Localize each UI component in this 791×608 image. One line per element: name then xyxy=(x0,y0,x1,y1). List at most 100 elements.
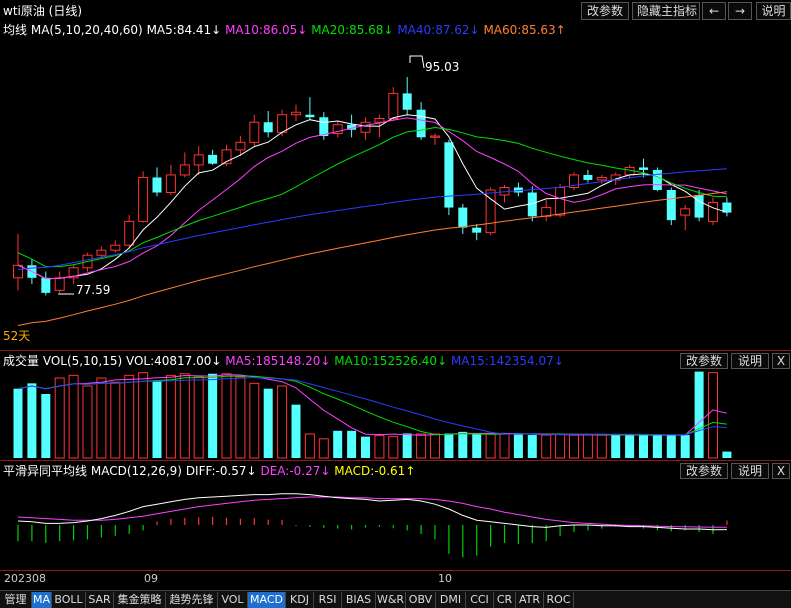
volume-bar xyxy=(124,374,135,459)
volume-bar xyxy=(402,433,412,458)
price-chart[interactable]: 95.03 77.59 52天 xyxy=(0,36,791,348)
tab-boll[interactable]: BOLL xyxy=(52,592,86,608)
macd-diff: DIFF:-0.57↓ xyxy=(185,464,257,478)
volume-bar xyxy=(68,374,79,459)
macd-help-button[interactable]: 说明 xyxy=(731,463,769,479)
candle-body xyxy=(555,186,566,216)
tab-cr[interactable]: CR xyxy=(494,592,516,608)
candle-body xyxy=(402,93,412,110)
vol-legend: 成交量 VOL(5,10,15) VOL:40817.00↓ MA5:18514… xyxy=(3,352,564,369)
volume-bar xyxy=(263,388,273,458)
candle-body xyxy=(124,220,135,246)
divider xyxy=(0,350,791,351)
tab-kdj[interactable]: KDJ xyxy=(286,592,314,608)
top-bar: wti原油 (日线) 改参数 隐藏主指标 ← → 说明 xyxy=(0,0,791,20)
tab-atr[interactable]: ATR xyxy=(516,592,544,608)
volume-bar xyxy=(347,430,357,458)
volume-bar xyxy=(41,394,51,458)
ma10-line xyxy=(17,117,728,280)
volume-bar xyxy=(541,434,552,459)
macd-name: 平滑异同平均线 xyxy=(3,464,88,478)
volume-bar xyxy=(582,434,593,459)
ma20-value: MA20:85.68↓ xyxy=(311,23,394,37)
tab-roc[interactable]: ROC xyxy=(544,592,574,608)
tab-cci[interactable]: CCI xyxy=(466,592,494,608)
volume-bar xyxy=(277,385,288,459)
hide-main-indicator-button[interactable]: 隐藏主指标 xyxy=(632,2,700,20)
tab-wr[interactable]: W&R xyxy=(376,592,406,608)
tab-macd[interactable]: MACD xyxy=(248,592,286,608)
help-button[interactable]: 说明 xyxy=(756,2,791,20)
candle-body xyxy=(444,142,454,208)
candle-body xyxy=(208,154,218,164)
ma-indicator-name: 均线 xyxy=(3,23,28,37)
candle-body xyxy=(319,117,329,137)
tab-5[interactable]: 趋势先锋 xyxy=(166,592,218,608)
volume-bar xyxy=(82,385,93,459)
candle-body xyxy=(96,249,107,256)
volume-bar xyxy=(361,436,370,458)
volume-bar xyxy=(416,433,427,459)
vol-params-button[interactable]: 改参数 xyxy=(680,353,728,369)
volume-bar xyxy=(652,435,662,458)
macd-params-button[interactable]: 改参数 xyxy=(680,463,728,479)
volume-bar xyxy=(96,377,107,459)
candle-body xyxy=(416,109,426,138)
volume-bar xyxy=(527,435,537,458)
tab-vol[interactable]: VOL xyxy=(218,592,248,608)
volume-bar xyxy=(152,380,162,458)
macd-legend: 平滑异同平均线 MACD(12,26,9) DIFF:-0.57↓ DEA:-0… xyxy=(3,462,415,479)
candle-body xyxy=(472,227,482,233)
volume-bar xyxy=(318,438,329,459)
volume-bar xyxy=(110,381,121,459)
arrow-right-icon[interactable]: → xyxy=(728,2,752,20)
volume-bar xyxy=(54,377,65,459)
vol-close-icon[interactable]: X xyxy=(772,353,790,369)
volume-bar xyxy=(208,373,218,458)
vol-help-button[interactable]: 说明 xyxy=(731,353,769,369)
tab-0[interactable]: 管理 xyxy=(0,592,32,608)
candle-body xyxy=(54,277,65,291)
volume-bar xyxy=(639,435,648,458)
ma-params: MA(5,10,20,40,60) xyxy=(30,23,143,37)
candle-body xyxy=(694,195,704,218)
candle-body xyxy=(596,176,607,181)
x-axis-label-0: 202308 xyxy=(4,572,46,585)
candle-body xyxy=(179,164,190,176)
vol-value: VOL:40817.00↓ xyxy=(125,354,222,368)
tab-rsi[interactable]: RSI xyxy=(314,592,342,608)
volume-bar xyxy=(179,373,190,459)
macd-value: MACD:-0.61↑ xyxy=(334,464,416,478)
tab-sar[interactable]: SAR xyxy=(86,592,114,608)
volume-bar xyxy=(722,451,732,458)
ma60-value: MA60:85.63↑ xyxy=(483,23,566,37)
candle-body xyxy=(430,135,440,138)
change-params-button[interactable]: 改参数 xyxy=(581,2,629,20)
volume-bar xyxy=(611,435,621,458)
tab-4[interactable]: 集金策略 xyxy=(114,592,166,608)
volume-bar xyxy=(680,435,690,458)
volume-bar xyxy=(388,436,399,459)
ma40-value: MA40:87.62↓ xyxy=(397,23,480,37)
volume-bar xyxy=(555,434,566,459)
macd-close-icon[interactable]: X xyxy=(772,463,790,479)
candle-body xyxy=(249,121,260,143)
vol-params: VOL(5,10,15) xyxy=(42,354,123,368)
volume-bar xyxy=(499,433,510,459)
macd-chart[interactable] xyxy=(0,478,791,570)
candle-body xyxy=(235,141,246,151)
tab-ma[interactable]: MA xyxy=(32,592,52,608)
indicator-tab-bar: 管理 MA BOLL SAR 集金策略 趋势先锋 VOL MACD KDJ RSI BIAS W&R O… xyxy=(0,590,791,608)
volume-chart[interactable] xyxy=(0,368,791,460)
volume-bar xyxy=(13,388,23,458)
tab-dmi[interactable]: DMI xyxy=(436,592,466,608)
tab-obv[interactable]: OBV xyxy=(406,592,436,608)
volume-bar xyxy=(304,433,315,459)
vol-ma10: MA10:152526.40↓ xyxy=(334,354,448,368)
volume-bar xyxy=(472,433,482,458)
low-price-label: 77.59 xyxy=(76,283,110,297)
arrow-left-icon[interactable]: ← xyxy=(702,2,726,20)
diff-line xyxy=(17,493,727,531)
tab-bias[interactable]: BIAS xyxy=(342,592,376,608)
candle-body xyxy=(388,92,399,119)
